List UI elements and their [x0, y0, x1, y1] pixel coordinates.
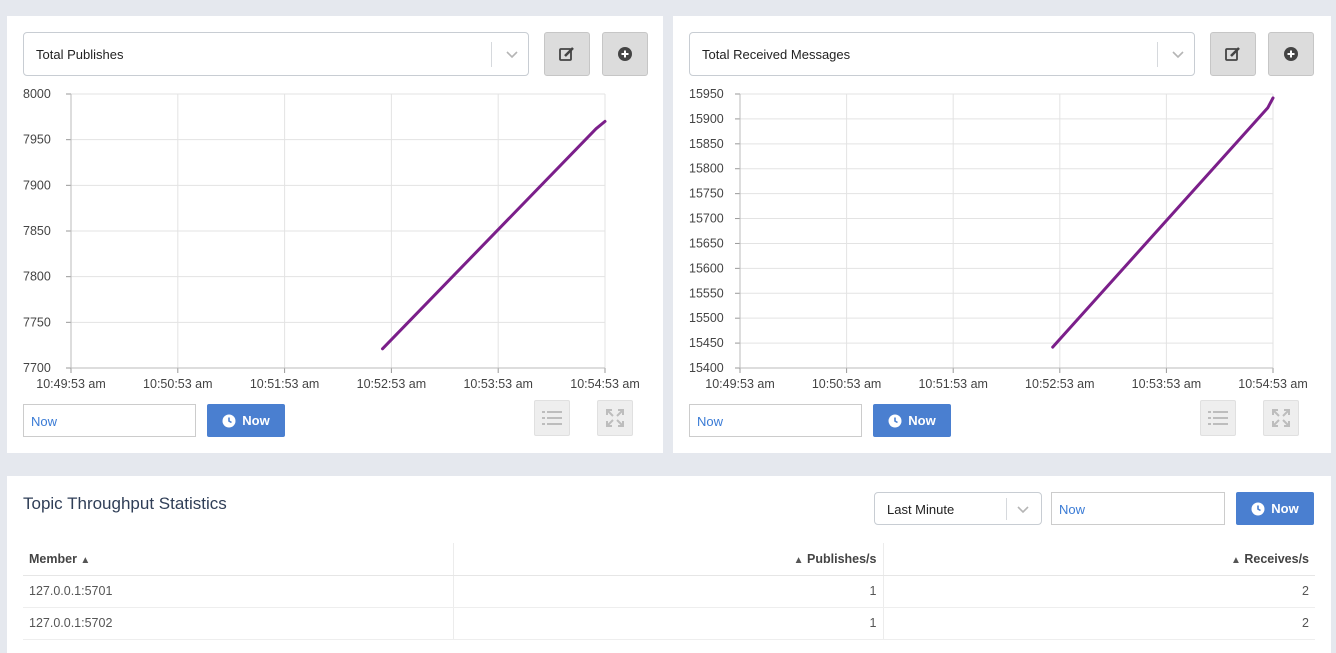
select-divider	[1157, 42, 1158, 67]
x-tick-label: 10:51:53 am	[250, 377, 320, 391]
range-select-value: Last Minute	[887, 502, 955, 517]
table-row: 127.0.0.1:5701 1 2	[23, 575, 1315, 608]
x-tick-label: 10:54:53 am	[1238, 377, 1308, 391]
chevron-down-icon[interactable]	[503, 45, 521, 63]
now-button[interactable]: Now	[1236, 492, 1314, 525]
y-tick-label: 7950	[23, 133, 51, 147]
member-cell: 127.0.0.1:5701	[23, 575, 453, 608]
chart-panel-publishes: Total Publishes 7700 7750 7800 7850 7900 7950…	[7, 16, 663, 453]
time-input[interactable]: Now	[1051, 492, 1225, 525]
publishes-cell: 1	[452, 607, 883, 640]
line-chart: 7700 7750 7800 7850 7900 7950 8000 10:49:53 am 1…	[23, 87, 640, 391]
sort-icon: ▲︎	[1230, 554, 1241, 566]
metric-select[interactable]: Total Publishes	[23, 32, 529, 76]
chevron-down-icon[interactable]	[1169, 45, 1187, 63]
select-divider	[491, 42, 492, 67]
list-view-button[interactable]	[1200, 400, 1236, 436]
column-header-receives[interactable]: ▲︎ Receives/s	[882, 543, 1315, 576]
y-tick-label: 15600	[689, 261, 724, 275]
sort-icon: ▲︎	[80, 554, 91, 566]
list-icon	[542, 411, 562, 425]
series-line	[381, 119, 607, 351]
column-header-member[interactable]: Member ▲︎	[23, 543, 453, 576]
time-input[interactable]: Now	[23, 404, 196, 437]
x-tick-label: 10:49:53 am	[705, 377, 775, 391]
metric-select-value: Total Publishes	[36, 47, 124, 62]
now-button-label: Now	[908, 413, 936, 428]
x-tick-label: 10:52:53 am	[1025, 377, 1095, 391]
x-tick-label: 10:54:53 am	[570, 377, 640, 391]
list-icon	[1208, 411, 1228, 425]
receives-cell: 2	[882, 575, 1315, 608]
clock-icon	[1251, 502, 1265, 515]
section-title: Topic Throughput Statistics	[23, 494, 227, 513]
x-tick-label: 10:53:53 am	[463, 377, 533, 391]
y-tick-label: 15500	[689, 311, 724, 325]
metric-select-value: Total Received Messages	[702, 47, 851, 62]
member-cell: 127.0.0.1:5702	[23, 607, 453, 640]
chart-panel-received: Total Received Messages 15400 15450 15500 1…	[673, 16, 1331, 453]
fullscreen-button[interactable]	[1263, 400, 1299, 436]
x-tick-label: 10:50:53 am	[812, 377, 882, 391]
x-tick-label: 10:49:53 am	[36, 377, 106, 391]
x-tick-label: 10:53:53 am	[1132, 377, 1202, 391]
expand-icon	[1272, 409, 1290, 427]
expand-icon	[606, 409, 624, 427]
throughput-table: Member ▲︎ ▲︎ Publishes/s ▲︎ Receives/s 1…	[23, 543, 1315, 640]
clock-icon	[222, 414, 236, 427]
range-select[interactable]: Last Minute	[874, 492, 1042, 525]
y-tick-label: 7750	[23, 315, 51, 329]
y-tick-label: 7900	[23, 178, 51, 192]
throughput-stats-panel: Topic Throughput Statistics Last Minute …	[7, 476, 1331, 653]
y-tick-label: 15700	[689, 212, 724, 226]
x-tick-label: 10:52:53 am	[357, 377, 427, 391]
column-header-publishes[interactable]: ▲︎ Publishes/s	[452, 543, 883, 576]
edit-icon	[1225, 47, 1240, 61]
publishes-cell: 1	[452, 575, 883, 608]
plus-circle-icon	[1284, 47, 1298, 61]
sort-icon: ▲︎	[793, 554, 804, 566]
y-tick-label: 15900	[689, 112, 724, 126]
chevron-down-icon[interactable]	[1014, 500, 1032, 518]
y-tick-label: 7800	[23, 270, 51, 284]
edit-chart-button[interactable]	[544, 32, 590, 76]
y-tick-label: 15550	[689, 286, 724, 300]
y-tick-label: 15800	[689, 162, 724, 176]
y-tick-label: 15650	[689, 236, 724, 250]
metric-select[interactable]: Total Received Messages	[689, 32, 1195, 76]
y-tick-label: 15950	[689, 87, 724, 101]
clock-icon	[888, 414, 902, 427]
receives-cell: 2	[882, 607, 1315, 640]
y-tick-label: 15450	[689, 336, 724, 350]
now-button[interactable]: Now	[207, 404, 285, 437]
now-button-label: Now	[1271, 501, 1299, 516]
y-tick-label: 15750	[689, 187, 724, 201]
table-header-row: Member ▲︎ ▲︎ Publishes/s ▲︎ Receives/s	[23, 543, 1315, 576]
edit-chart-button[interactable]	[1210, 32, 1256, 76]
y-tick-label: 7700	[23, 361, 51, 375]
select-divider	[1006, 498, 1007, 520]
plus-circle-icon	[618, 47, 632, 61]
y-tick-label: 15850	[689, 137, 724, 151]
x-tick-label: 10:50:53 am	[143, 377, 213, 391]
y-tick-label: 8000	[23, 87, 51, 101]
add-chart-button[interactable]	[602, 32, 648, 76]
edit-icon	[559, 47, 574, 61]
now-button[interactable]: Now	[873, 404, 951, 437]
line-chart: 15400 15450 15500 15550 15600 15650 15700 15750…	[689, 87, 1308, 391]
table-row: 127.0.0.1:5702 1 2	[23, 607, 1315, 640]
list-view-button[interactable]	[534, 400, 570, 436]
time-input[interactable]: Now	[689, 404, 862, 437]
y-tick-label: 15400	[689, 361, 724, 375]
now-button-label: Now	[242, 413, 270, 428]
series-line	[1051, 96, 1275, 349]
x-tick-label: 10:51:53 am	[918, 377, 988, 391]
y-tick-label: 7850	[23, 224, 51, 238]
fullscreen-button[interactable]	[597, 400, 633, 436]
add-chart-button[interactable]	[1268, 32, 1314, 76]
